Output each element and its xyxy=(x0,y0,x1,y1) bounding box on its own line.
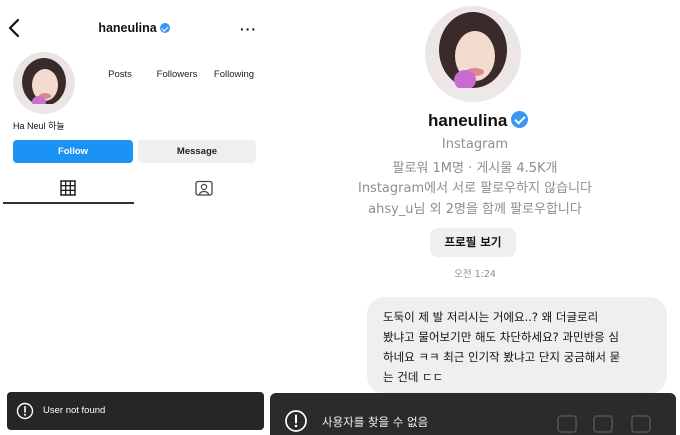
followers-stat[interactable]: Followers xyxy=(152,69,202,80)
sticker-icon xyxy=(631,415,651,433)
profile-panel: haneulina ··· Posts Followers Following … xyxy=(0,0,268,435)
alert-icon xyxy=(285,410,307,432)
message-line: 봤냐고 물어보기만 해도 차단하세요? 과민반응 심 xyxy=(383,330,619,344)
view-profile-button[interactable]: 프로필 보기 xyxy=(430,228,516,257)
error-toast-korean-text: 사용자를 찾을 수 없음 xyxy=(322,415,429,429)
verified-badge-icon xyxy=(159,23,170,33)
gallery-icon xyxy=(593,415,613,433)
microphone-icon xyxy=(557,415,577,433)
message-bubble[interactable]: 도둑이 제 발 저리시는 거에요..? 왜 더글로리 봤냐고 물어보기만 해도 … xyxy=(367,297,667,394)
follower-post-count: 팔로워 1M명 · 게시물 4.5K개 xyxy=(392,161,558,176)
alert-icon xyxy=(16,402,34,420)
verified-badge-icon xyxy=(511,111,529,128)
dm-profile-avatar[interactable] xyxy=(425,6,521,102)
message-timestamp: 오전 1:24 xyxy=(454,269,496,280)
followed-by-text: ahsy_u님 외 2명을 함께 팔로우합니다 xyxy=(368,202,582,217)
profile-username-text: haneulina xyxy=(98,21,157,35)
error-toast-korean: 사용자를 찾을 수 없음 xyxy=(270,393,676,435)
platform-label: Instagram xyxy=(441,137,509,152)
profile-username: haneulina xyxy=(0,21,268,35)
grid-icon[interactable] xyxy=(60,180,76,196)
profile-full-name: Ha Neul 하늘 xyxy=(13,121,65,131)
posts-stat[interactable]: Posts xyxy=(100,69,140,80)
message-line: 도둑이 제 발 저리시는 거에요..? 왜 더글로리 xyxy=(383,310,599,324)
active-tab-indicator xyxy=(3,202,134,204)
message-line: 하네요 ㅋㅋ 최근 인기작 봤냐고 단지 궁금해서 묻 xyxy=(383,350,621,364)
error-toast-text: User not found xyxy=(43,405,106,416)
following-stat[interactable]: Following xyxy=(210,69,258,80)
more-options-icon[interactable]: ··· xyxy=(240,21,257,37)
profile-tabs xyxy=(3,175,265,204)
dm-username-text: haneulina xyxy=(428,111,508,130)
tagged-icon[interactable] xyxy=(195,180,213,196)
dm-username: haneulina xyxy=(428,111,529,131)
profile-avatar[interactable] xyxy=(13,52,75,114)
mutual-follow-status: Instagram에서 서로 팔로우하지 않습니다 xyxy=(357,181,592,196)
error-toast: User not found xyxy=(7,392,264,430)
message-button[interactable]: Message xyxy=(138,140,256,163)
message-line: 는 건데 ㄷㄷ xyxy=(383,370,444,384)
follow-button[interactable]: Follow xyxy=(13,140,133,163)
